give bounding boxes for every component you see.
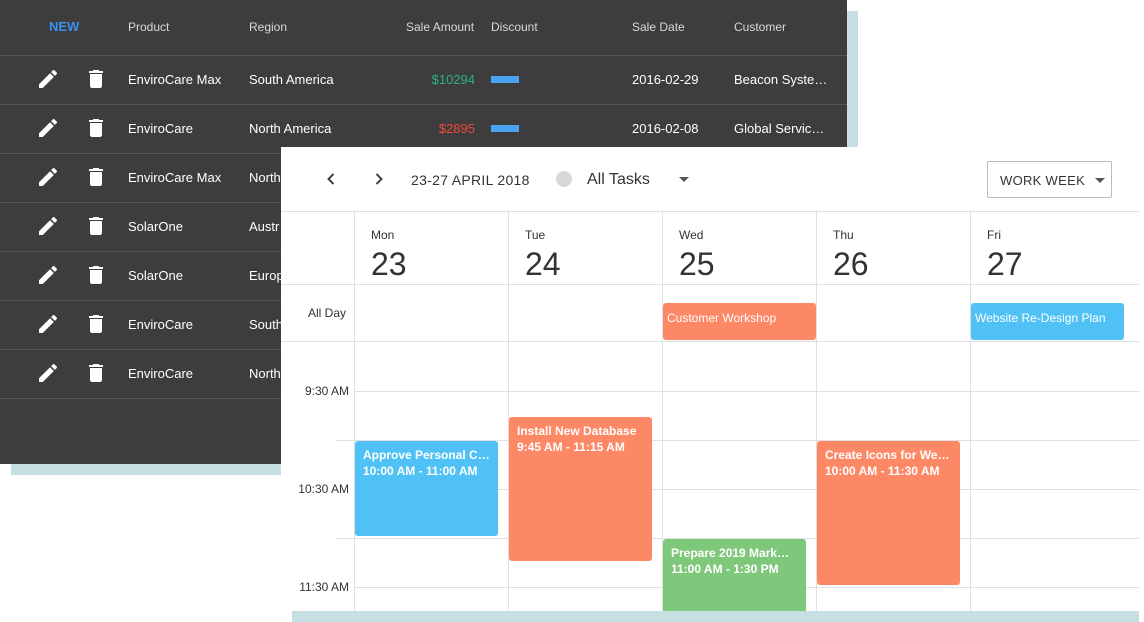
event-title: Install New Database <box>517 423 637 438</box>
sale-amount-cell: $2895 <box>438 121 475 136</box>
product-cell: EnviroCare Max <box>128 170 222 185</box>
event-time: 9:45 AM - 11:15 AM <box>517 439 625 454</box>
pencil-icon[interactable] <box>36 263 60 287</box>
column-header-sale-amount[interactable]: Sale Amount <box>406 20 474 34</box>
time-label: 10:30 AM <box>298 482 349 496</box>
day-name: Fri <box>987 228 1001 242</box>
day-header-mon[interactable]: Mon 23 <box>354 212 508 285</box>
next-button[interactable] <box>367 167 391 191</box>
sale-amount-cell: $10294 <box>431 72 475 87</box>
time-label: 11:30 AM <box>299 580 349 594</box>
calendar-event[interactable]: Approve Personal C… 10:00 AM - 11:00 AM <box>355 441 498 536</box>
day-number: 24 <box>525 246 561 282</box>
day-name: Mon <box>371 228 395 242</box>
column-header-customer[interactable]: Customer <box>734 20 786 34</box>
column-header-region[interactable]: Region <box>249 20 287 34</box>
day-number: 23 <box>371 246 407 282</box>
trash-icon[interactable] <box>84 312 108 336</box>
pencil-icon[interactable] <box>36 214 60 238</box>
hour-tick <box>336 538 354 539</box>
event-time: 10:00 AM - 11:00 AM <box>363 464 478 478</box>
column-header-product[interactable]: Product <box>128 20 169 34</box>
product-cell: SolarOne <box>128 268 183 283</box>
column-header-sale-date[interactable]: Sale Date <box>632 20 685 34</box>
trash-icon[interactable] <box>84 67 108 91</box>
pencil-icon[interactable] <box>36 67 60 91</box>
slot-line <box>354 391 1139 392</box>
discount-bar <box>491 125 519 132</box>
discount-bar <box>491 76 519 83</box>
product-cell: EnviroCare <box>128 317 194 332</box>
scheduler: 23-27 APRIL 2018 All Tasks WORK WEEK Mon… <box>281 147 1139 611</box>
view-switcher[interactable]: WORK WEEK <box>987 161 1112 198</box>
date-range-label[interactable]: 23-27 APRIL 2018 <box>411 172 530 188</box>
day-name: Tue <box>525 228 546 242</box>
view-switcher-label: WORK WEEK <box>1000 173 1086 188</box>
sale-date-cell: 2016-02-08 <box>632 121 699 136</box>
day-name: Wed <box>679 228 704 242</box>
column-header-discount[interactable]: Discount <box>491 20 538 34</box>
region-cell: North America <box>249 121 332 136</box>
task-filter-label[interactable]: All Tasks <box>587 171 650 189</box>
pencil-icon[interactable] <box>36 116 60 140</box>
product-cell: EnviroCare <box>128 121 194 136</box>
calendar-event[interactable]: Prepare 2019 Mark… 11:00 AM - 1:30 PM <box>663 539 806 611</box>
chevron-left-icon <box>327 173 335 185</box>
day-number: 26 <box>833 246 869 282</box>
all-day-label: All Day <box>307 306 346 320</box>
event-time: 10:00 AM - 11:30 AM <box>825 464 940 478</box>
day-header-thu[interactable]: Thu 26 <box>816 212 970 285</box>
product-cell: EnviroCare Max <box>128 72 222 87</box>
day-header-tue[interactable]: Tue 24 <box>508 212 662 285</box>
pencil-icon[interactable] <box>36 361 60 385</box>
table-row[interactable]: EnviroCare Max South America $10294 2016-02… <box>0 55 847 105</box>
product-cell: SolarOne <box>128 219 183 234</box>
event-time: 11:00 AM - 1:30 PM <box>671 562 779 576</box>
caret-down-icon[interactable] <box>679 177 689 182</box>
task-color-dot <box>556 171 572 187</box>
day-header-fri[interactable]: Fri 27 <box>970 212 1139 285</box>
scheduler-toolbar: 23-27 APRIL 2018 All Tasks WORK WEEK <box>281 147 1139 212</box>
event-title: Create Icons for We… <box>825 448 950 462</box>
product-cell: EnviroCare <box>128 366 194 381</box>
customer-cell: Beacon Syste… <box>734 72 826 87</box>
trash-icon[interactable] <box>84 361 108 385</box>
sale-date-cell: 2016-02-29 <box>632 72 699 87</box>
all-day-event[interactable]: Website Re-Design Plan <box>971 303 1124 340</box>
all-day-event[interactable]: Customer Workshop <box>663 303 816 340</box>
caret-down-icon <box>1095 178 1105 183</box>
new-button[interactable]: NEW <box>49 19 79 34</box>
trash-icon[interactable] <box>84 214 108 238</box>
day-name: Thu <box>833 228 854 242</box>
day-number: 25 <box>679 246 715 282</box>
calendar-event[interactable]: Create Icons for We… 10:00 AM - 11:30 AM <box>817 441 960 585</box>
trash-icon[interactable] <box>84 116 108 140</box>
event-title: Approve Personal C… <box>363 448 490 462</box>
customer-cell: Global Servic… <box>734 121 825 136</box>
pencil-icon[interactable] <box>36 312 60 336</box>
day-number: 27 <box>987 246 1023 282</box>
time-column-header <box>281 212 354 285</box>
calendar-event[interactable]: Install New Database 9:45 AM - 11:15 AM <box>509 416 652 561</box>
grid-header: NEW Product Region Sale Amount Discount … <box>0 0 847 56</box>
all-day-cell[interactable] <box>508 285 662 342</box>
chevron-right-icon <box>375 173 383 185</box>
pencil-icon[interactable] <box>36 165 60 189</box>
day-header-wed[interactable]: Wed 25 <box>662 212 816 285</box>
region-cell: South America <box>249 72 334 87</box>
hour-tick <box>336 440 354 441</box>
trash-icon[interactable] <box>84 263 108 287</box>
all-day-cell[interactable] <box>354 285 508 342</box>
column-divider <box>970 342 971 611</box>
previous-button[interactable] <box>319 167 343 191</box>
all-day-row-label: All Day <box>281 285 354 342</box>
trash-icon[interactable] <box>84 165 108 189</box>
event-title: Prepare 2019 Mark… <box>671 546 790 560</box>
time-label: 9:30 AM <box>304 384 349 398</box>
all-day-cell[interactable] <box>816 285 970 342</box>
